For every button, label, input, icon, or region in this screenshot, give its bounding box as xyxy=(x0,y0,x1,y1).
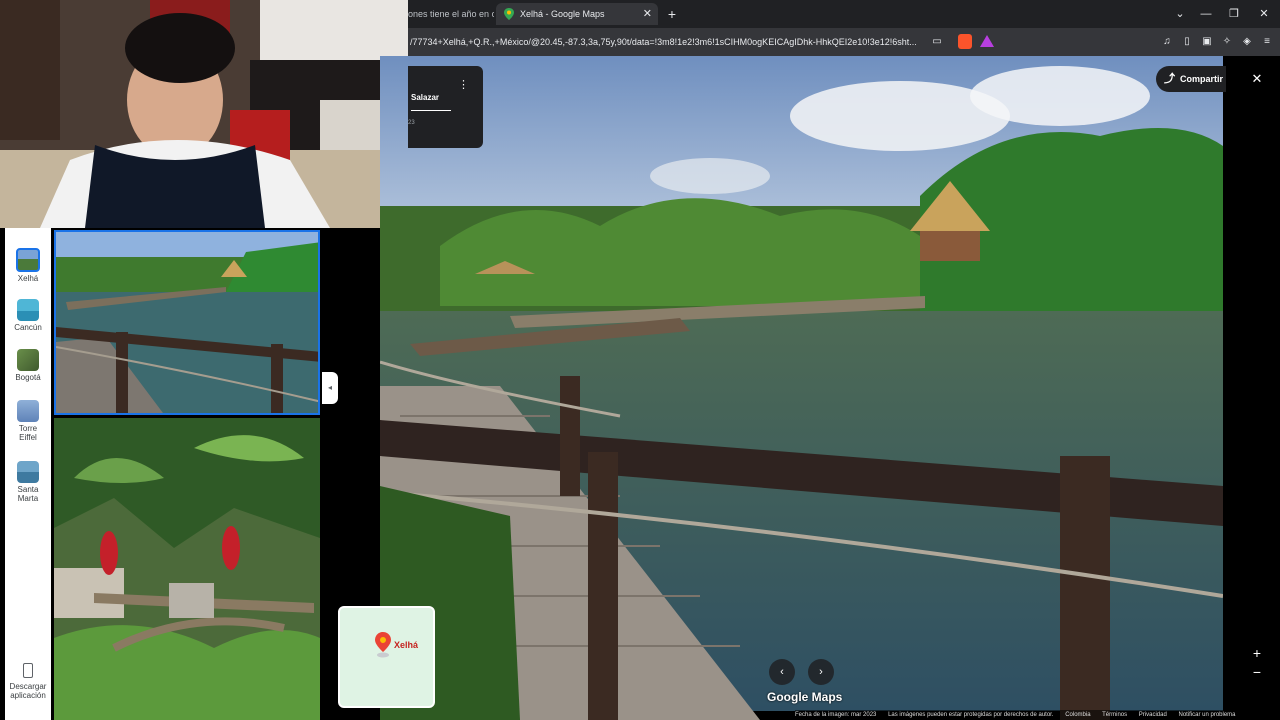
share-label: Compartir xyxy=(1180,74,1224,84)
bogota-thumb-icon xyxy=(17,349,39,371)
maximize-button[interactable]: ❐ xyxy=(1224,4,1244,24)
brave-rewards-icon[interactable] xyxy=(980,35,994,47)
download-app-button[interactable]: Descargar aplicación xyxy=(5,663,51,700)
url-text[interactable]: /77734+Xelhá,+Q.R.,+México/@20.45,-87.3,… xyxy=(410,35,925,49)
divider xyxy=(411,110,451,111)
location-pin-icon xyxy=(375,632,391,658)
region-link[interactable]: Colombia xyxy=(1065,712,1090,718)
sidebar-item-label: Xelhá xyxy=(17,274,39,283)
phone-icon xyxy=(23,663,33,678)
tab-search-icon[interactable]: ⌄ xyxy=(1170,4,1190,24)
collapse-panel-button[interactable]: ◂ xyxy=(322,372,338,404)
more-options-icon[interactable]: ⋮ xyxy=(458,78,469,91)
sidebar-item-bogota[interactable]: Bogotá xyxy=(5,349,51,382)
street-view-image[interactable] xyxy=(380,56,1223,720)
terms-link[interactable]: Términos xyxy=(1102,712,1127,718)
close-tab-icon[interactable]: ✕ xyxy=(643,3,652,25)
sidebar-item-cancun[interactable]: Cancún xyxy=(5,299,51,332)
image-date: Fecha de la imagen: mar 2023 xyxy=(795,712,877,718)
sidebar-item-label: Santa Marta xyxy=(17,485,39,503)
attribution-footer: Fecha de la imagen: mar 2023 Las imágene… xyxy=(795,710,1280,720)
brave-shield-icon[interactable] xyxy=(958,34,972,49)
right-edge-strip xyxy=(1223,56,1280,720)
report-problem-link[interactable]: Notificar un problema xyxy=(1178,712,1235,718)
minimize-button[interactable]: — xyxy=(1196,4,1216,24)
sidebar-item-label: Torre Eiffel xyxy=(18,424,38,442)
share-icon: ⤴ xyxy=(1164,73,1175,85)
contributor-date: 23 xyxy=(408,120,415,126)
download-app-label: Descargar aplicación xyxy=(9,682,47,700)
prev-arrow-button[interactable]: ‹ xyxy=(769,659,795,685)
browser-tab-active[interactable]: Xelhá - Google Maps ✕ xyxy=(496,3,658,25)
sidebar-item-label: Cancún xyxy=(14,323,42,332)
webcam-overlay xyxy=(0,0,408,228)
sidebar-item-label: Bogotá xyxy=(15,373,41,382)
vpn-shield-icon[interactable]: ◈ xyxy=(1240,35,1254,49)
google-maps-logo: Google Maps xyxy=(767,690,843,704)
browser-tab-inactive[interactable]: ones tiene el año en co xyxy=(408,3,494,25)
cancun-thumb-icon xyxy=(17,299,39,321)
close-streetview-button[interactable]: ✕ xyxy=(1248,70,1266,88)
zoom-out-button[interactable]: − xyxy=(1249,664,1265,680)
contributor-name: Salazar xyxy=(411,93,440,102)
google-maps-favicon-icon xyxy=(504,8,514,20)
tab-title: Xelhá - Google Maps xyxy=(520,9,605,19)
place-photo-parrots[interactable] xyxy=(54,418,320,720)
new-tab-button[interactable]: + xyxy=(664,3,680,25)
next-arrow-button[interactable]: › xyxy=(808,659,834,685)
zoom-in-button[interactable]: + xyxy=(1249,645,1265,661)
copyright-note: Las imágenes pueden estar protegidas por… xyxy=(888,712,1054,718)
sidebar-item-santa-marta[interactable]: Santa Marta xyxy=(5,461,51,503)
minimap-label: Xelhá xyxy=(394,640,419,650)
leo-ai-icon[interactable]: ✧ xyxy=(1220,35,1234,49)
media-icon[interactable]: ♫ xyxy=(1160,35,1174,49)
xelha-thumb-icon xyxy=(16,248,40,272)
privacy-link[interactable]: Privacidad xyxy=(1139,712,1167,718)
place-photo-lagoon[interactable] xyxy=(54,230,320,415)
sidebar-item-xelha[interactable]: Xelhá xyxy=(5,248,51,283)
share-button[interactable]: ⤴ Compartir xyxy=(1156,66,1226,92)
cast-icon[interactable]: ▭ xyxy=(930,35,944,49)
menu-icon[interactable]: ≡ xyxy=(1260,35,1274,49)
eiffel-thumb-icon xyxy=(17,400,39,422)
sidebar-icon[interactable]: ▯ xyxy=(1180,35,1194,49)
santa-marta-thumb-icon xyxy=(17,461,39,483)
contributor-card[interactable] xyxy=(408,66,483,148)
sidebar-item-torre-eiffel[interactable]: Torre Eiffel xyxy=(5,400,51,442)
close-window-button[interactable]: ✕ xyxy=(1254,4,1274,24)
wallet-icon[interactable]: ▣ xyxy=(1200,35,1214,49)
